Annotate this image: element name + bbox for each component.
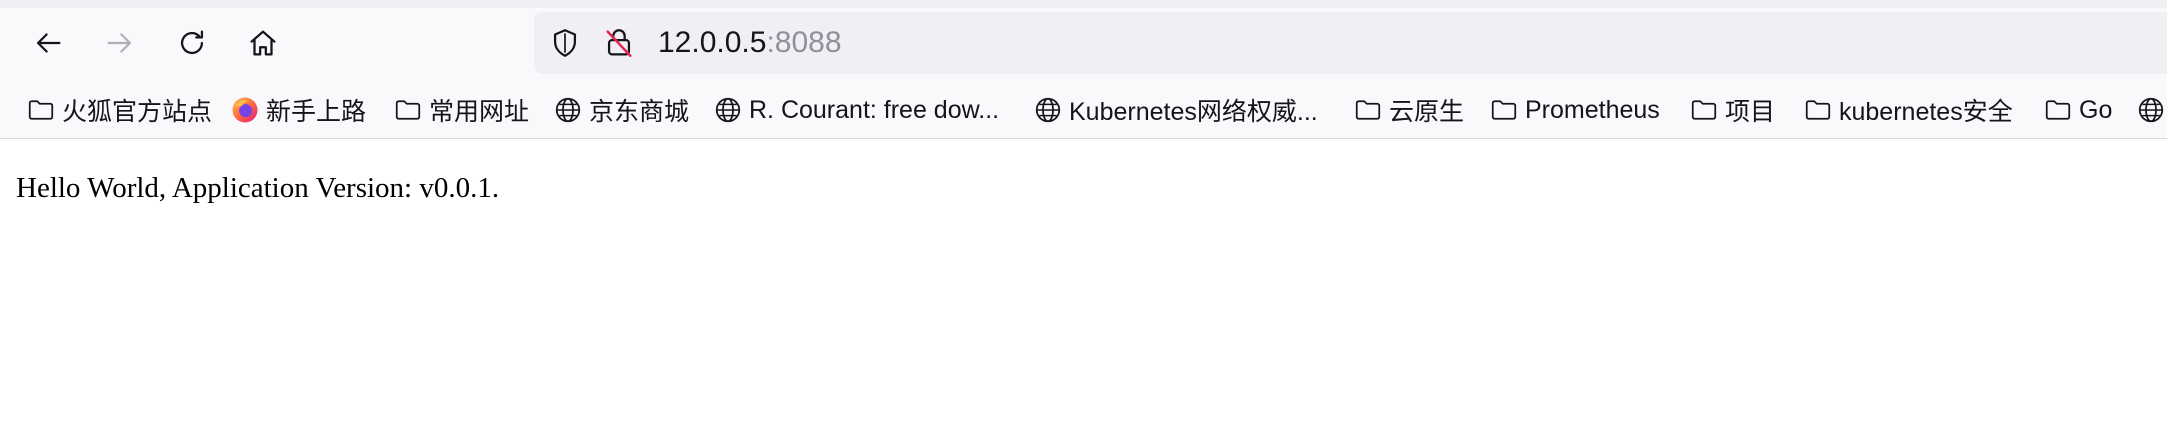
bookmark-label: 新手上路 xyxy=(266,98,367,126)
bookmark-folder-firefox-official[interactable]: 火狐官方站点 xyxy=(26,88,212,132)
bookmark-getting-started[interactable]: 新手上路 xyxy=(230,88,366,132)
browser-toolbar: 12.0.0.5:8088 火狐官方站点 新手上路 常用网址 京东商城 R. C… xyxy=(0,0,2167,139)
folder-icon xyxy=(1691,100,1717,120)
bookmark-label: 京东商城 xyxy=(589,98,690,126)
globe-icon xyxy=(715,97,741,123)
bookmark-label: Prometheus xyxy=(1525,95,1660,124)
forward-button[interactable] xyxy=(100,23,140,63)
bookmark-label: 常用网址 xyxy=(429,98,530,126)
bookmark-folder-go[interactable]: Go xyxy=(2043,88,2112,132)
bookmark-folder-kubernetes-security[interactable]: kubernetes安全 xyxy=(1803,88,2013,132)
folder-icon xyxy=(28,100,54,120)
reload-icon xyxy=(180,30,204,55)
tracking-protection-shield-icon[interactable] xyxy=(548,26,582,60)
page-body-text: Hello World, Application Version: v0.0.1… xyxy=(16,172,500,204)
bookmark-courant[interactable]: R. Courant: free dow... xyxy=(713,88,999,132)
bookmark-overflow-site[interactable] xyxy=(2136,88,2167,132)
arrow-right-icon xyxy=(107,33,132,53)
url-text[interactable]: 12.0.0.5:8088 xyxy=(658,24,842,62)
folder-icon xyxy=(2045,100,2071,120)
firefox-logo-icon xyxy=(232,97,258,123)
insecure-lock-icon[interactable] xyxy=(602,26,636,60)
bookmark-folder-prometheus[interactable]: Prometheus xyxy=(1489,88,1660,132)
folder-icon xyxy=(1491,100,1517,120)
tab-strip-edge xyxy=(0,0,2167,8)
globe-icon xyxy=(1035,97,1061,123)
bookmark-label: Kubernetes网络权威... xyxy=(1069,98,1318,126)
home-icon xyxy=(250,30,276,56)
bookmark-folder-cloud-native[interactable]: 云原生 xyxy=(1353,88,1464,132)
globe-icon xyxy=(2138,97,2164,123)
reload-button[interactable] xyxy=(172,23,212,63)
globe-icon xyxy=(555,97,581,123)
bookmark-kubernetes-network[interactable]: Kubernetes网络权威... xyxy=(1033,88,1318,132)
bookmark-label: 火狐官方站点 xyxy=(62,98,213,126)
bookmark-label: R. Courant: free dow... xyxy=(749,95,1000,124)
folder-icon xyxy=(395,100,421,120)
url-port: :8088 xyxy=(766,26,842,59)
bookmark-label: 云原生 xyxy=(1389,98,1465,126)
folder-icon xyxy=(1355,100,1381,120)
url-host: 12.0.0.5 xyxy=(658,26,767,59)
bookmark-folder-projects[interactable]: 项目 xyxy=(1689,88,1775,132)
back-button[interactable] xyxy=(28,23,68,63)
url-bar[interactable]: 12.0.0.5:8088 xyxy=(534,12,2167,74)
home-button[interactable] xyxy=(243,23,283,63)
bookmark-label: kubernetes安全 xyxy=(1839,98,2013,126)
arrow-left-icon xyxy=(36,33,61,53)
folder-icon xyxy=(1805,100,1831,120)
bookmark-folder-common-sites[interactable]: 常用网址 xyxy=(393,88,529,132)
bookmarks-toolbar: 火狐官方站点 新手上路 常用网址 京东商城 R. Courant: free d… xyxy=(0,88,2167,132)
bookmark-jd-mall[interactable]: 京东商城 xyxy=(553,88,689,132)
bookmark-label: 项目 xyxy=(1725,98,1776,126)
bookmark-label: Go xyxy=(2079,95,2113,124)
